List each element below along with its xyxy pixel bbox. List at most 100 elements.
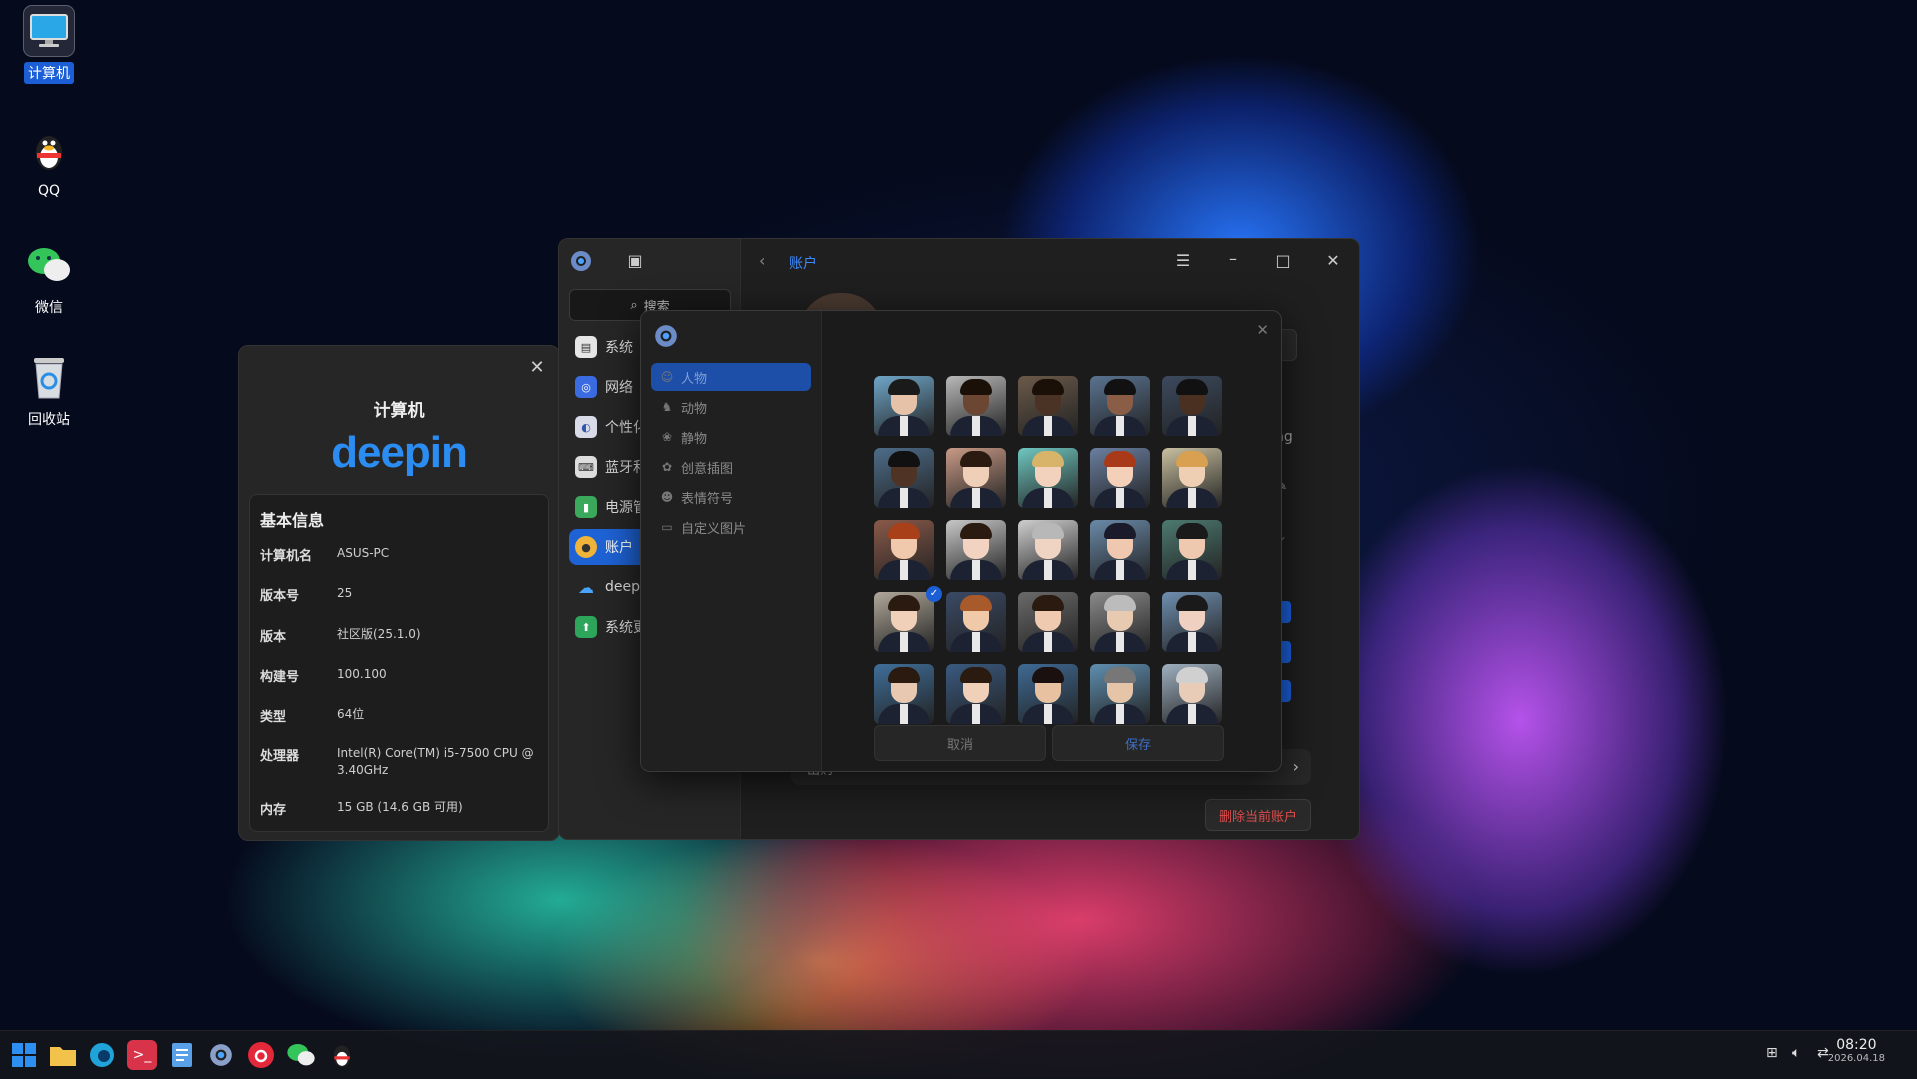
- sidebar-item-label: 系统: [605, 340, 633, 356]
- info-key: 构建号: [260, 670, 300, 685]
- desktop-icon-qq[interactable]: QQ: [14, 126, 84, 200]
- wechat-icon[interactable]: [286, 1040, 316, 1070]
- avatar-option[interactable]: [1018, 448, 1078, 508]
- desktop-icon-label: QQ: [37, 183, 61, 199]
- category-still-life[interactable]: ❀ 静物: [651, 423, 811, 451]
- menu-icon[interactable]: ☰: [1171, 249, 1195, 273]
- info-row: 版本 社区版(25.1.0): [260, 626, 540, 645]
- category-illustration[interactable]: ✿ 创意插图: [651, 453, 811, 481]
- info-value: ASUS-PC: [337, 546, 390, 560]
- system-icon: ▤: [575, 336, 597, 358]
- chevron-right-icon: ›: [1292, 757, 1299, 776]
- info-row: 计算机名 ASUS-PC: [260, 545, 540, 564]
- text-editor-icon[interactable]: [167, 1040, 197, 1070]
- info-value: 64位: [337, 707, 365, 721]
- bluetooth-icon: ⌨: [575, 456, 597, 478]
- back-chevron-icon[interactable]: ‹: [759, 251, 765, 270]
- category-people[interactable]: ☺ 人物: [651, 363, 811, 391]
- person-icon: ☺: [660, 370, 674, 384]
- avatar-option[interactable]: [1018, 592, 1078, 652]
- settings-gear-icon: [569, 249, 593, 273]
- info-row: 构建号 100.100: [260, 666, 540, 685]
- emoji-icon: ☻: [660, 490, 674, 504]
- avatar-option[interactable]: [1162, 520, 1222, 580]
- dialog-app-icon: [653, 323, 679, 353]
- category-label: 表情符号: [681, 491, 734, 507]
- cancel-button[interactable]: 取消: [874, 725, 1046, 761]
- avatar-option[interactable]: [1162, 376, 1222, 436]
- desktop-icon-label: 计算机: [24, 62, 74, 84]
- avatar-picker-dialog: ☺ 人物 ♞ 动物 ❀ 静物 ✿ 创意插图 ☻ 表情符号 ▭ 自定义图片 ✕ ✓ 取消 保存: [640, 310, 1282, 772]
- desktop-icon-trash[interactable]: 回收站: [14, 352, 84, 430]
- avatar-option[interactable]: [946, 592, 1006, 652]
- avatar-option[interactable]: [1018, 376, 1078, 436]
- basic-info-panel: 基本信息 计算机名 ASUS-PC 版本号 25 版本 社区版(25.1.0) 构建号…: [249, 494, 549, 832]
- clock-date: 2026.04.18: [1827, 1053, 1885, 1064]
- info-key: 版本号: [260, 589, 300, 604]
- avatar-option[interactable]: [1090, 520, 1150, 580]
- personalization-icon: ◐: [575, 416, 597, 438]
- sidebar-item-label: 账户: [605, 540, 633, 556]
- info-key: 内存: [260, 803, 287, 818]
- desktop-icon-wechat[interactable]: 微信: [14, 240, 84, 318]
- category-label: 静物: [681, 431, 708, 447]
- minimize-icon[interactable]: –: [1221, 247, 1245, 271]
- sidebar-toggle-icon[interactable]: ▣: [623, 249, 647, 273]
- info-key: 版本: [260, 630, 287, 645]
- terminal-icon[interactable]: >_: [127, 1040, 157, 1070]
- maximize-icon[interactable]: □: [1271, 249, 1295, 273]
- folder-icon: ▭: [661, 520, 673, 534]
- file-manager-icon[interactable]: [48, 1040, 78, 1070]
- avatar-option[interactable]: [1090, 448, 1150, 508]
- search-icon: ⌕: [630, 297, 638, 313]
- category-custom[interactable]: ▭ 自定义图片: [651, 513, 811, 541]
- avatar-option[interactable]: [946, 664, 1006, 724]
- avatar-option[interactable]: [946, 448, 1006, 508]
- avatar-option[interactable]: [946, 376, 1006, 436]
- info-row: 类型 64位: [260, 706, 540, 725]
- avatar-option[interactable]: [874, 664, 934, 724]
- input-method-icon[interactable]: ⊞: [1766, 1045, 1778, 1061]
- delete-account-button[interactable]: 删除当前账户: [1205, 799, 1311, 831]
- info-row: 内存 15 GB (14.6 GB 可用): [260, 799, 540, 818]
- avatar-option[interactable]: [1018, 664, 1078, 724]
- avatar-option[interactable]: [946, 520, 1006, 580]
- deepin-logo: deepin: [331, 428, 468, 477]
- desktop-icon-computer[interactable]: 计算机: [14, 5, 84, 84]
- avatar-option[interactable]: [1162, 592, 1222, 652]
- avatar-option[interactable]: [1162, 664, 1222, 724]
- avatar-option[interactable]: [874, 448, 934, 508]
- info-row: 版本号 25: [260, 585, 540, 604]
- avatar-option[interactable]: [874, 592, 934, 652]
- music-player-icon[interactable]: [246, 1040, 276, 1070]
- confirm-button[interactable]: 保存: [1052, 725, 1224, 761]
- category-label: 动物: [681, 401, 708, 417]
- close-icon[interactable]: ✕: [1256, 321, 1269, 339]
- avatar-option[interactable]: [1090, 376, 1150, 436]
- settings-gear-icon[interactable]: [206, 1040, 236, 1070]
- avatar-option[interactable]: [1090, 664, 1150, 724]
- avatar-option[interactable]: [1162, 448, 1222, 508]
- close-icon[interactable]: ✕: [527, 358, 547, 378]
- close-icon[interactable]: ✕: [1321, 249, 1345, 273]
- update-icon: ⬆: [575, 616, 597, 638]
- category-emoji[interactable]: ☻ 表情符号: [651, 483, 811, 511]
- category-label: 自定义图片: [681, 521, 747, 537]
- start-menu-icon[interactable]: [9, 1040, 39, 1070]
- avatar-option[interactable]: [874, 376, 934, 436]
- account-icon: ●: [575, 536, 597, 558]
- wechat-icon: [24, 240, 74, 290]
- clock[interactable]: 08:20 2026.04.18: [1828, 1037, 1885, 1064]
- avatar-option[interactable]: [1090, 592, 1150, 652]
- volume-icon[interactable]: 🔈︎: [1792, 1045, 1800, 1061]
- qq-penguin-icon[interactable]: [327, 1040, 357, 1070]
- info-value: Intel(R) Core(TM) i5-7500 CPU @ 3.40GHz: [337, 746, 534, 777]
- avatar-option[interactable]: [874, 520, 934, 580]
- avatar-option[interactable]: [1018, 520, 1078, 580]
- sidebar-item-label: deepi: [605, 579, 644, 595]
- power-icon: ▮: [575, 496, 597, 518]
- browser-icon[interactable]: [87, 1040, 117, 1070]
- desktop-icon-label: 微信: [35, 300, 63, 316]
- category-animals[interactable]: ♞ 动物: [651, 393, 811, 421]
- info-key: 计算机名: [260, 549, 313, 564]
